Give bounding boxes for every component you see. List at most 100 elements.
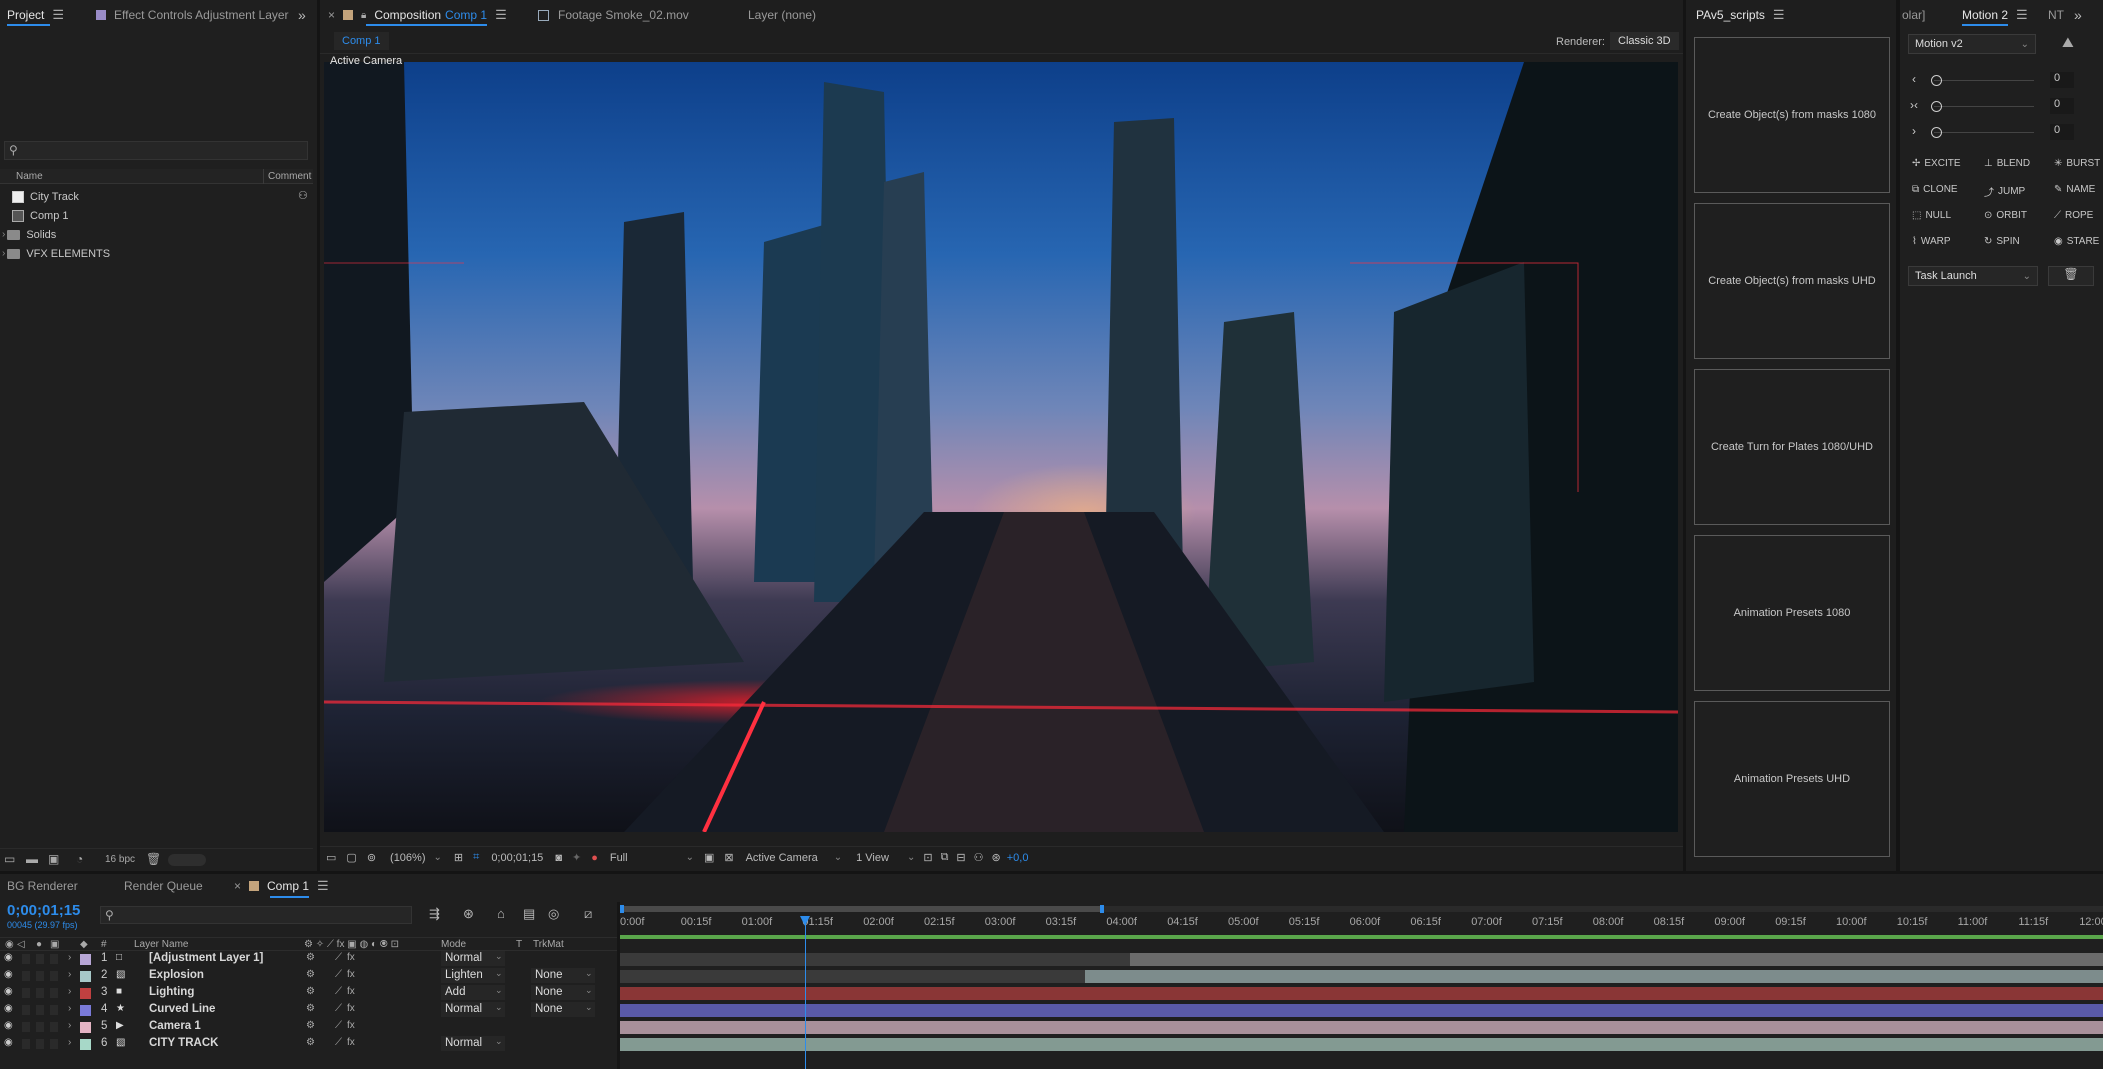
layer-row[interactable]: ◉ › 3 ■ Lighting ⚙ ⟋ fx Add ⌄ None ⌄ — [0, 985, 617, 1002]
quality-switch-icon[interactable]: ⟋ — [335, 952, 342, 963]
close-icon[interactable]: × — [234, 879, 241, 893]
timeline-icon[interactable]: ⊟ — [956, 851, 965, 864]
shy-toggle[interactable] — [50, 954, 58, 964]
eye-icon[interactable]: ◉ — [4, 1003, 13, 1014]
fx-switch-icon[interactable]: fx — [347, 986, 355, 997]
layer-row[interactable]: ◉ › 4 ★ Curved Line ⚙ ⟋ fx Normal ⌄ None ⌄ — [0, 1002, 617, 1019]
layer-name[interactable]: [Adjustment Layer 1] — [149, 952, 263, 964]
tool-spin-button[interactable]: ↻ SPIN — [1984, 236, 2020, 247]
layer-name[interactable]: Explosion — [149, 969, 204, 981]
shy-switch-icon[interactable]: ⚙ — [306, 952, 315, 963]
renderer-select[interactable]: Classic 3D — [1610, 32, 1679, 50]
snapshot-icon[interactable]: ◙ — [555, 852, 562, 864]
always-preview-icon[interactable]: ▭ — [326, 851, 336, 864]
menu-icon[interactable]: ☰ — [52, 7, 64, 23]
tool-name-button[interactable]: ✎ NAME — [2054, 184, 2095, 195]
comp-mini-flowchart-icon[interactable]: ⇶ — [429, 906, 440, 922]
trash-icon[interactable]: 🗑 — [146, 852, 161, 866]
tool-jump-button[interactable]: ⤴ JUMP — [1984, 184, 2025, 199]
tool-rope-button[interactable]: ⟋ ROPE — [2054, 210, 2093, 221]
tool-blend-button[interactable]: ⊥ BLEND — [1984, 158, 2030, 169]
zoom-select[interactable]: (106%) — [390, 852, 425, 864]
layer-row[interactable]: ◉ › 2 ▧ Explosion ⚙ ⟋ fx Lighten ⌄ None ⌄ — [0, 968, 617, 985]
solo-icon[interactable]: ● — [36, 939, 42, 950]
label-color-swatch[interactable] — [80, 1039, 91, 1050]
tool-excite-button[interactable]: ✢ EXCITE — [1912, 158, 1961, 169]
menu-icon[interactable]: ☰ — [495, 7, 507, 23]
ease-slider[interactable] — [1934, 132, 2034, 133]
panel-divider[interactable] — [1896, 0, 1900, 871]
layer-mode-select[interactable]: Add ⌄ — [441, 985, 505, 1000]
shy-toggle[interactable] — [50, 1005, 58, 1015]
eye-icon[interactable]: ◉ — [5, 939, 14, 950]
solo-toggle[interactable] — [22, 1039, 30, 1049]
label-color-swatch[interactable] — [80, 954, 91, 965]
shy-switch-icon[interactable]: ⚙ — [306, 1037, 315, 1048]
track-bar[interactable] — [620, 1004, 2103, 1017]
close-icon[interactable]: × — [328, 8, 335, 22]
lock-icon[interactable]: 🔒︎ — [361, 10, 366, 21]
fx-switch-icon[interactable]: fx — [347, 1037, 355, 1048]
chevron-right-icon[interactable]: › — [68, 1020, 71, 1031]
solo-toggle[interactable] — [22, 954, 30, 964]
layer-row[interactable]: ◉ › 5 ▶ Camera 1 ⚙ ⟋ fx — [0, 1019, 617, 1036]
menu-icon[interactable]: ☰ — [1773, 7, 1785, 23]
slider-handle[interactable] — [1931, 127, 1942, 138]
lock-toggle[interactable] — [36, 1005, 44, 1015]
track-bar[interactable] — [620, 987, 2103, 1000]
lock-toggle[interactable] — [36, 954, 44, 964]
chevron-down-icon[interactable]: ⌄ — [686, 852, 694, 863]
slider-handle[interactable] — [1931, 101, 1942, 112]
shy-switch-icon[interactable]: ⚙ — [306, 986, 315, 997]
tool-stare-button[interactable]: ◉ STARE — [2054, 236, 2099, 247]
col-name-header[interactable]: Name — [16, 171, 43, 182]
layer-trkmat-select[interactable]: None ⌄ — [531, 968, 595, 983]
chevron-right-icon[interactable]: › — [68, 986, 71, 997]
label-color-swatch[interactable] — [80, 988, 91, 999]
slider-handle[interactable] — [1931, 75, 1942, 86]
eye-icon[interactable]: ◉ — [4, 986, 13, 997]
bit-depth-label[interactable]: 16 bpc — [105, 854, 135, 865]
project-settings-icon[interactable]: ◔ — [76, 852, 83, 866]
panel-divider[interactable] — [1683, 0, 1686, 871]
show-snapshot-icon[interactable]: ✦ — [572, 851, 581, 864]
toggle-pixel-aspect-icon[interactable]: ⊡ — [923, 851, 932, 864]
safe-margins-icon[interactable]: ⊞ — [454, 851, 463, 864]
create-turn-button[interactable]: Create Turn for Plates 1080/UHD — [1694, 369, 1890, 525]
label-color-swatch[interactable] — [80, 1022, 91, 1033]
lock-icon[interactable]: ▣ — [50, 939, 59, 950]
mountains-icon[interactable]: ⛰ — [2062, 34, 2074, 51]
tab-prev-panel[interactable]: olar] — [1902, 0, 1925, 30]
project-search-input[interactable]: ⚲ — [4, 141, 308, 160]
eye-icon[interactable]: ◉ — [4, 1020, 13, 1031]
slider-value[interactable]: 0 — [2050, 124, 2074, 140]
monitor-icon[interactable]: ▢ — [346, 851, 356, 864]
viewport[interactable]: Active Camera — [324, 55, 1678, 832]
panel-divider[interactable] — [317, 0, 320, 871]
vr-icon[interactable]: ⊚ — [367, 851, 376, 864]
frame-blending-icon[interactable]: ▤ — [523, 906, 535, 922]
layer-mode-select[interactable]: Lighten ⌄ — [441, 968, 505, 983]
chevron-down-icon[interactable]: ⌄ — [434, 852, 442, 863]
lock-toggle[interactable] — [36, 988, 44, 998]
fx-switch-icon[interactable]: fx — [347, 952, 355, 963]
tab-motion[interactable]: Motion 2 ☰ — [1962, 0, 2028, 30]
solo-toggle[interactable] — [22, 1005, 30, 1015]
track-bar[interactable] — [620, 1038, 2103, 1051]
track-bar[interactable] — [1130, 953, 2103, 966]
motion-blur-icon[interactable]: ◎ — [548, 906, 559, 922]
shy-switch-icon[interactable]: ⚙ — [306, 1020, 315, 1031]
layer-mode-select[interactable]: Normal ⌄ — [441, 1002, 505, 1017]
new-composition-icon[interactable]: ▣ — [48, 852, 59, 866]
new-folder-icon[interactable]: ▬ — [26, 852, 38, 866]
chevron-right-icon[interactable]: › — [68, 1003, 71, 1014]
tool-orbit-button[interactable]: ⊙ ORBIT — [1984, 210, 2027, 221]
fx-switch-icon[interactable]: fx — [347, 1003, 355, 1014]
graph-editor-icon[interactable]: ⧄ — [584, 906, 592, 922]
layer-name[interactable]: Curved Line — [149, 1003, 215, 1015]
layer-name[interactable]: Camera 1 — [149, 1020, 201, 1032]
project-item[interactable]: City Track — [12, 189, 79, 204]
audio-icon[interactable]: ◁ — [17, 939, 25, 950]
layer-row[interactable]: ◉ › 1 □ [Adjustment Layer 1] ⚙ ⟋ fx Normal ⌄ — [0, 951, 617, 968]
shy-switch-icon[interactable]: ⚙ — [306, 1003, 315, 1014]
